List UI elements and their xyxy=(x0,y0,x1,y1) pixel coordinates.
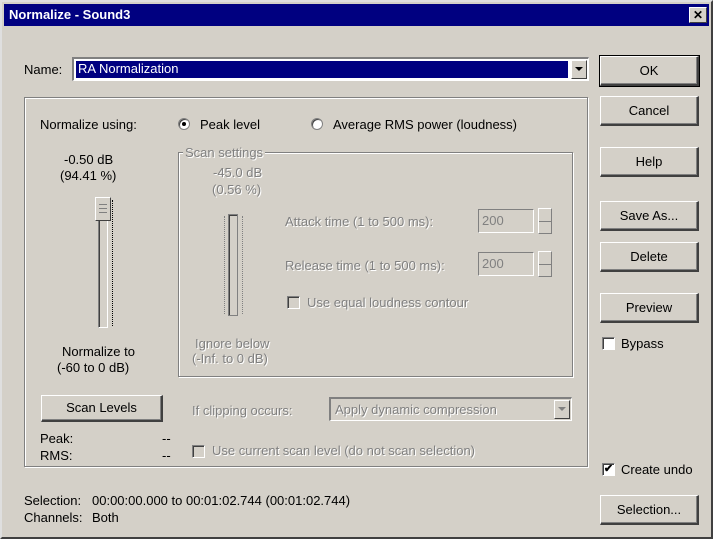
normalize-to-range: (-60 to 0 dB) xyxy=(57,360,130,375)
scan-threshold-slider xyxy=(228,214,238,316)
bypass-checkbox[interactable] xyxy=(602,337,615,350)
rms-power-label: Average RMS power (loudness) xyxy=(333,117,518,132)
save-as-button[interactable]: Save As... xyxy=(600,201,699,231)
bypass-label: Bypass xyxy=(621,336,664,351)
peak-level-radio[interactable] xyxy=(178,118,190,130)
channels-info-value: Both xyxy=(92,510,119,525)
release-time-label: Release time (1 to 500 ms): xyxy=(285,258,445,273)
equal-loudness-checkbox xyxy=(287,296,300,309)
close-icon[interactable]: ✕ xyxy=(689,7,707,23)
attack-time-spinner xyxy=(538,208,552,234)
channels-info-label: Channels: xyxy=(24,510,83,525)
release-time-spinner xyxy=(538,251,552,277)
peak-level-label: Peak level xyxy=(200,117,260,132)
normalize-level-ticks xyxy=(112,200,115,326)
normalize-level-db: -0.50 dB xyxy=(64,152,114,167)
normalize-using-label: Normalize using: xyxy=(40,117,137,132)
scan-settings-label: Scan settings xyxy=(183,145,266,160)
preview-button[interactable]: Preview xyxy=(600,293,699,323)
selection-button[interactable]: Selection... xyxy=(600,495,699,525)
ignore-below-label: Ignore below xyxy=(195,336,270,351)
release-time-input: 200 xyxy=(478,252,534,276)
peak-stat-label: Peak: xyxy=(40,431,74,446)
clipping-action-value: Apply dynamic compression xyxy=(335,402,497,417)
scan-threshold-percent: (0.56 %) xyxy=(212,182,262,197)
cancel-button[interactable]: Cancel xyxy=(600,96,699,126)
title-bar: Normalize - Sound3 ✕ xyxy=(4,4,709,26)
normalize-dialog: Normalize - Sound3 ✕ Name: RA Normalizat… xyxy=(0,0,713,539)
clipping-label: If clipping occurs: xyxy=(192,403,293,418)
preset-name-value: RA Normalization xyxy=(78,61,179,76)
chevron-down-icon xyxy=(575,67,583,71)
scan-levels-button[interactable]: Scan Levels xyxy=(41,395,163,422)
preset-dropdown-button[interactable] xyxy=(571,60,587,79)
ignore-below-range: (-Inf. to 0 dB) xyxy=(192,351,268,366)
selection-info-label: Selection: xyxy=(24,493,82,508)
help-button[interactable]: Help xyxy=(600,147,699,177)
use-current-scan-checkbox xyxy=(192,445,205,458)
clipping-dropdown-button xyxy=(554,400,570,419)
ok-button[interactable]: OK xyxy=(599,55,700,87)
selection-info-value: 00:00:00.000 to 00:01:02.744 (00:01:02.7… xyxy=(92,493,351,508)
delete-button[interactable]: Delete xyxy=(600,242,699,272)
preset-name-select[interactable]: RA Normalization xyxy=(72,57,589,81)
chevron-down-icon xyxy=(558,407,566,411)
window-title: Normalize - Sound3 xyxy=(9,7,131,22)
scan-threshold-db: -45.0 dB xyxy=(213,165,263,180)
scan-threshold-ticks-right xyxy=(242,216,245,314)
clipping-action-select: Apply dynamic compression xyxy=(329,397,572,421)
normalize-to-label: Normalize to xyxy=(62,344,135,359)
rms-stat-label: RMS: xyxy=(40,448,73,463)
attack-time-input: 200 xyxy=(478,209,534,233)
normalize-level-percent: (94.41 %) xyxy=(60,168,117,183)
rms-stat-value: -- xyxy=(162,448,171,463)
create-undo-label: Create undo xyxy=(621,462,693,477)
scan-threshold-ticks xyxy=(224,216,227,314)
preset-name-label: Name: xyxy=(24,62,63,77)
attack-time-label: Attack time (1 to 500 ms): xyxy=(285,214,434,229)
use-current-scan-label: Use current scan level (do not scan sele… xyxy=(212,443,476,458)
rms-power-radio[interactable] xyxy=(311,118,323,130)
peak-stat-value: -- xyxy=(162,431,171,446)
equal-loudness-label: Use equal loudness contour xyxy=(307,295,469,310)
create-undo-checkbox[interactable]: ✔ xyxy=(602,463,615,476)
normalize-level-slider-thumb[interactable] xyxy=(95,197,111,221)
